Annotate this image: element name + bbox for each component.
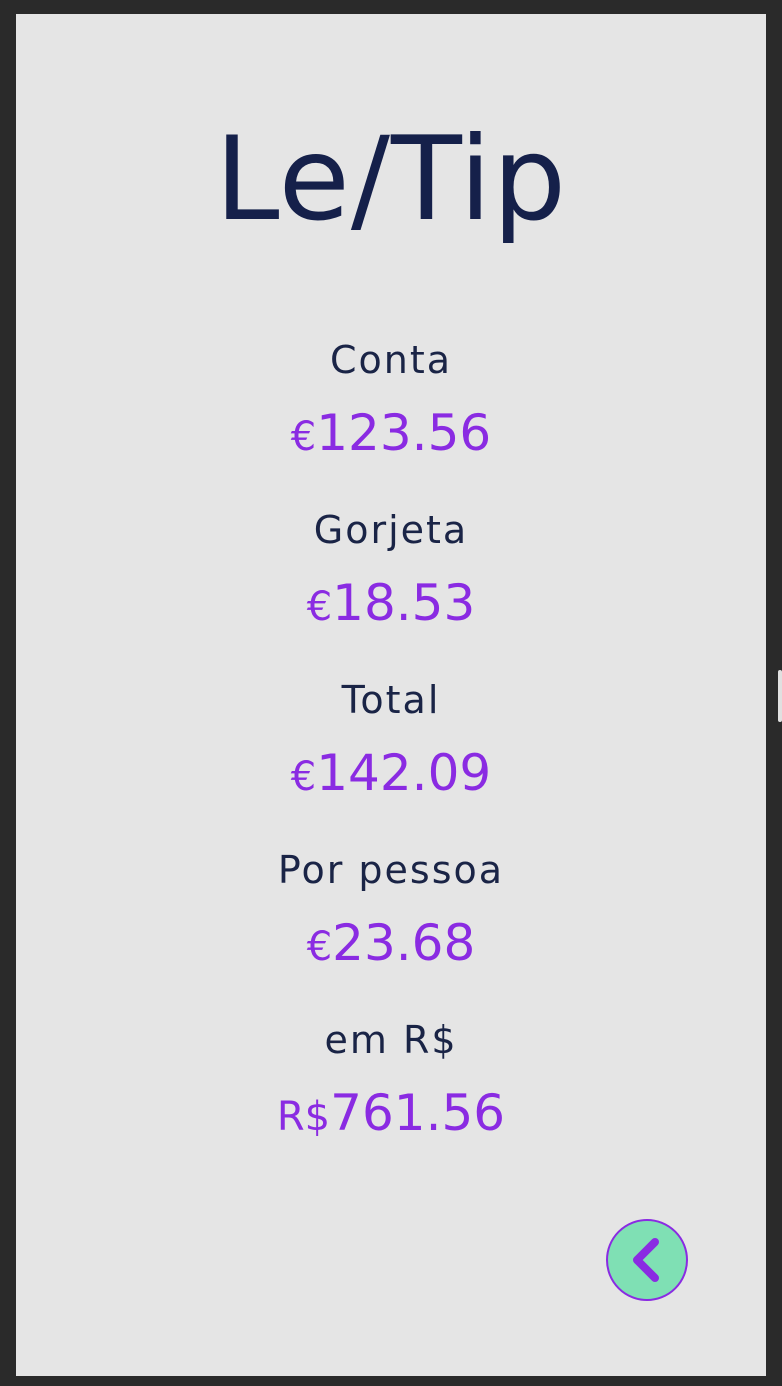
chevron-left-icon xyxy=(627,1236,667,1284)
por-pessoa-currency: € xyxy=(306,924,333,970)
conta-row: Conta €123.56 xyxy=(16,338,766,466)
total-row: Total €142.09 xyxy=(16,678,766,806)
por-pessoa-value: €23.68 xyxy=(16,914,766,976)
conta-currency: € xyxy=(290,414,317,460)
app-screen: Le/Tip Conta €123.56 Gorjeta €18.53 Tota… xyxy=(16,14,766,1376)
gorjeta-label: Gorjeta xyxy=(313,508,469,552)
conta-label: Conta xyxy=(329,338,453,382)
em-brl-currency: R$ xyxy=(276,1094,331,1140)
gorjeta-row: Gorjeta €18.53 xyxy=(16,508,766,636)
em-brl-row: em R$ R$761.56 xyxy=(16,1018,766,1146)
em-brl-label: em R$ xyxy=(324,1018,458,1062)
back-button[interactable] xyxy=(606,1219,688,1301)
em-brl-value: R$761.56 xyxy=(16,1084,766,1146)
app-title: Le/Tip xyxy=(214,112,568,247)
gorjeta-value: €18.53 xyxy=(16,574,766,636)
em-brl-amount: 761.56 xyxy=(330,1084,506,1142)
gorjeta-amount: 18.53 xyxy=(332,574,476,632)
total-amount: 142.09 xyxy=(316,744,492,802)
total-currency: € xyxy=(290,754,317,800)
total-label: Total xyxy=(341,678,441,722)
conta-value: €123.56 xyxy=(16,404,766,466)
por-pessoa-amount: 23.68 xyxy=(332,914,476,972)
por-pessoa-row: Por pessoa €23.68 xyxy=(16,848,766,976)
por-pessoa-label: Por pessoa xyxy=(277,848,505,892)
conta-amount: 123.56 xyxy=(316,404,492,462)
total-value: €142.09 xyxy=(16,744,766,806)
gorjeta-currency: € xyxy=(306,584,333,630)
scrollbar[interactable] xyxy=(778,670,782,722)
